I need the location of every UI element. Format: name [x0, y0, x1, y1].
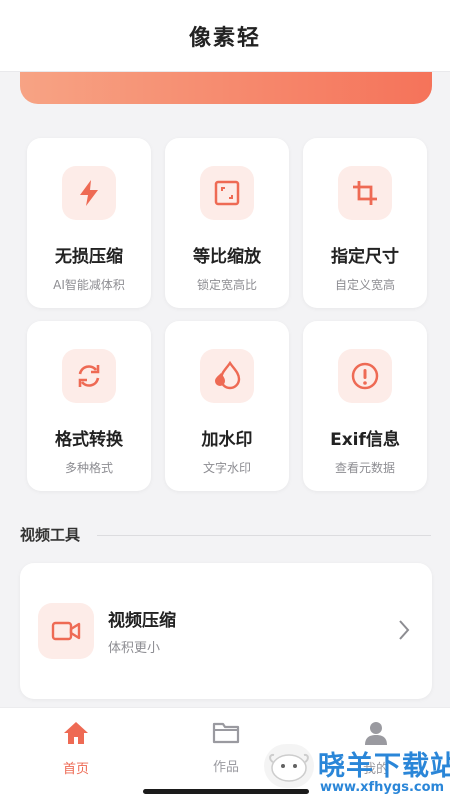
tool-title: 等比缩放: [193, 247, 261, 267]
tool-subtitle: 查看元数据: [334, 461, 395, 475]
tools-grid: 无损压缩 AI智能减体积 等比缩放 锁定宽高比 指定尺寸 自定义宽高 格式转换 …: [27, 138, 427, 491]
tool-card-custom-size[interactable]: 指定尺寸 自定义宽高: [303, 138, 427, 308]
tool-card-format-convert[interactable]: 格式转换 多种格式: [27, 321, 151, 491]
video-compress-title: 视频压缩: [108, 611, 176, 631]
home-indicator: [143, 789, 309, 794]
video-camera-icon: [38, 603, 94, 659]
tool-card-lossless-compress[interactable]: 无损压缩 AI智能减体积: [27, 138, 151, 308]
crop-icon: [338, 166, 392, 220]
resize-icon: [200, 166, 254, 220]
tool-card-add-watermark[interactable]: 加水印 文字水印: [165, 321, 289, 491]
section-title-video-tools: 视频工具: [20, 526, 81, 544]
home-icon: [62, 720, 90, 750]
tab-label: 作品: [212, 760, 239, 775]
tool-title: 指定尺寸: [331, 247, 399, 267]
sheep-logo-icon: [264, 744, 314, 788]
chevron-right-icon: [398, 619, 410, 645]
app-header: 像素轻: [0, 0, 450, 72]
tool-subtitle: 文字水印: [202, 461, 251, 475]
tab-home[interactable]: 首页: [31, 720, 121, 777]
tool-title: 无损压缩: [55, 247, 123, 267]
folder-icon: [212, 720, 240, 748]
video-compress-card[interactable]: 视频压缩 体积更小: [20, 563, 432, 699]
watermark-url: www.xfhygs.com: [320, 780, 445, 795]
tab-label: 首页: [62, 762, 89, 777]
tool-title: 加水印: [201, 430, 253, 450]
refresh-icon: [62, 349, 116, 403]
info-icon: [338, 349, 392, 403]
tool-subtitle: 自定义宽高: [334, 278, 395, 292]
watermark-text: 晓羊下载站: [318, 751, 450, 782]
section-divider: [97, 535, 431, 536]
tool-subtitle: 锁定宽高比: [196, 278, 257, 292]
lightning-icon: [62, 166, 116, 220]
video-compress-subtitle: 体积更小: [108, 641, 161, 656]
tool-card-exif-info[interactable]: Exif信息 查看元数据: [303, 321, 427, 491]
tool-card-proportional-scale[interactable]: 等比缩放 锁定宽高比: [165, 138, 289, 308]
tool-title: Exif信息: [330, 430, 400, 450]
droplet-icon: [200, 349, 254, 403]
page-title: 像素轻: [188, 25, 261, 51]
tool-title: 格式转换: [55, 430, 123, 450]
tool-subtitle: AI智能减体积: [53, 278, 125, 292]
tool-subtitle: 多种格式: [64, 461, 113, 475]
